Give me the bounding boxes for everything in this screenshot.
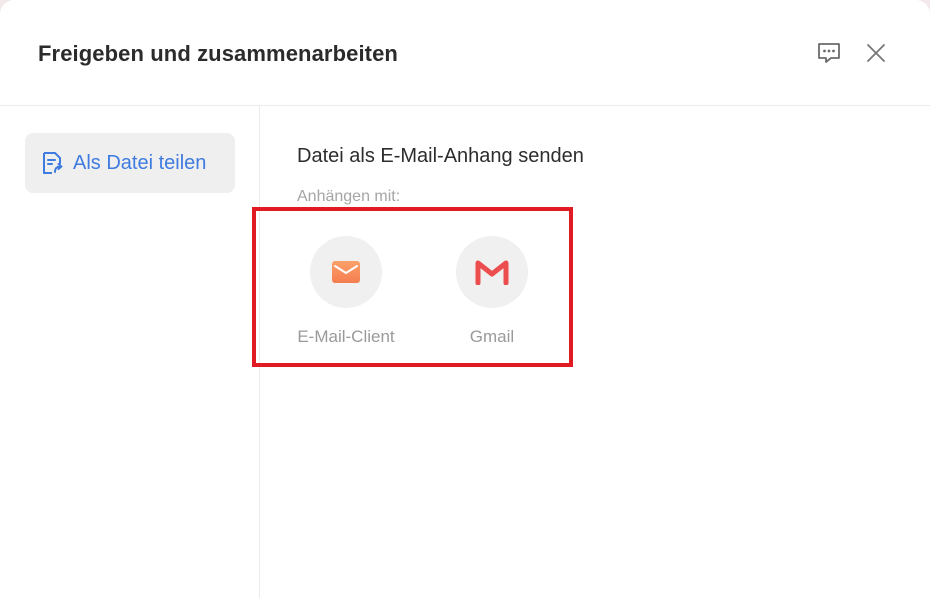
main-panel: Datei als E-Mail-Anhang senden Anhängen … xyxy=(252,106,930,598)
sidebar-item-label: Als Datei teilen xyxy=(73,151,207,174)
close-button[interactable] xyxy=(861,38,891,68)
envelope-icon xyxy=(332,261,360,283)
gmail-icon xyxy=(475,260,509,285)
file-share-icon xyxy=(41,151,63,175)
feedback-button[interactable] xyxy=(814,38,844,68)
gmail-button[interactable]: Gmail xyxy=(432,236,552,347)
attach-with-label: Anhängen mit: xyxy=(297,188,401,205)
dialog-header: Freigeben und zusammenarbeiten xyxy=(0,0,930,106)
dialog-title: Freigeben und zusammenarbeiten xyxy=(38,41,398,66)
email-client-icon-circle xyxy=(310,236,382,308)
section-title: Datei als E-Mail-Anhang senden xyxy=(297,145,584,167)
close-icon xyxy=(867,44,885,62)
email-client-button[interactable]: E-Mail-Client xyxy=(286,236,406,347)
sidebar: Als Datei teilen xyxy=(0,106,260,598)
gmail-label: Gmail xyxy=(469,327,515,346)
chat-feedback-icon xyxy=(818,43,840,63)
share-dialog: Freigeben und zusammenarbeiten Als Datei… xyxy=(0,0,930,598)
gmail-icon-circle xyxy=(456,236,528,308)
email-client-label: E-Mail-Client xyxy=(297,327,395,346)
sidebar-item-share-as-file[interactable]: Als Datei teilen xyxy=(25,133,235,193)
